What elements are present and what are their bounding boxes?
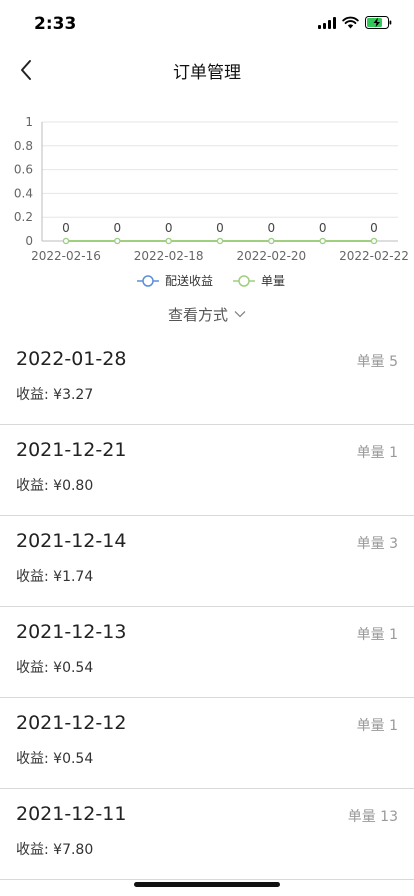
y-tick-label: 0.2 bbox=[14, 210, 33, 224]
data-label: 0 bbox=[216, 221, 224, 235]
order-date: 2021-12-21 bbox=[16, 439, 127, 461]
order-earnings: 收益: ¥3.27 bbox=[16, 387, 94, 403]
order-date: 2021-12-14 bbox=[16, 530, 127, 552]
order-item[interactable]: 2021-12-21 单量 1 收益: ¥0.80 bbox=[0, 425, 414, 516]
nav-bar: 订单管理 bbox=[0, 48, 414, 92]
order-item[interactable]: 2021-12-13 单量 1 收益: ¥0.54 bbox=[0, 607, 414, 698]
data-point bbox=[268, 237, 275, 245]
order-earnings: 收益: ¥0.54 bbox=[16, 751, 94, 767]
legend-marker bbox=[142, 275, 154, 287]
data-label: 0 bbox=[165, 221, 173, 235]
data-label: 0 bbox=[62, 221, 70, 235]
legend-marker bbox=[238, 275, 250, 287]
order-item[interactable]: 2022-01-28 单量 5 收益: ¥3.27 bbox=[0, 334, 414, 425]
order-date: 2021-12-12 bbox=[16, 712, 127, 734]
order-list: 2022-01-28 单量 5 收益: ¥3.27 2021-12-21 单量 … bbox=[0, 334, 414, 880]
data-point bbox=[62, 237, 70, 245]
order-count: 单量 13 bbox=[347, 809, 398, 825]
battery-charging-icon bbox=[365, 16, 392, 29]
status-time: 2:33 bbox=[34, 14, 77, 34]
data-label: 0 bbox=[319, 221, 327, 235]
view-mode-selector[interactable]: 查看方式 bbox=[0, 302, 414, 326]
legend-label: 单量 bbox=[261, 274, 285, 288]
order-date: 2022-01-28 bbox=[16, 348, 127, 370]
data-label: 0 bbox=[268, 221, 276, 235]
x-tick-label: 2022-02-22 bbox=[339, 249, 409, 263]
view-mode-label: 查看方式 bbox=[167, 305, 228, 324]
data-label: 0 bbox=[370, 221, 378, 235]
y-tick-label: 0 bbox=[25, 234, 33, 248]
data-point bbox=[216, 237, 224, 245]
order-count: 单量 3 bbox=[356, 536, 398, 552]
chevron-down-icon bbox=[234, 311, 246, 318]
status-icons bbox=[318, 16, 392, 29]
x-tick-label: 2022-02-18 bbox=[134, 249, 204, 263]
line-chart: 0 0.2 0.4 0.6 0.8 1 2022-02-16 2022-02-18 2022-0… bbox=[14, 115, 409, 288]
order-count: 单量 1 bbox=[356, 445, 398, 461]
chart-area: 0 0.2 0.4 0.6 0.8 1 2022-02-16 2022-02-18 2022-0… bbox=[0, 108, 414, 298]
y-tick-label: 0.4 bbox=[14, 186, 33, 200]
x-tick-label: 2022-02-20 bbox=[236, 249, 306, 263]
order-count: 单量 1 bbox=[356, 718, 398, 734]
order-earnings: 收益: ¥0.80 bbox=[16, 478, 94, 494]
order-earnings: 收益: ¥1.74 bbox=[16, 569, 94, 585]
status-bar: 2:33 bbox=[0, 0, 414, 48]
page-title: 订单管理 bbox=[173, 63, 241, 83]
order-count: 单量 5 bbox=[356, 354, 398, 370]
order-count: 单量 1 bbox=[356, 627, 398, 643]
data-point bbox=[319, 237, 326, 245]
data-point bbox=[114, 237, 121, 245]
order-date: 2021-12-11 bbox=[16, 803, 127, 825]
y-tick-label: 0.8 bbox=[14, 139, 33, 153]
order-date: 2021-12-13 bbox=[16, 621, 127, 643]
data-label: 0 bbox=[114, 221, 122, 235]
x-tick-label: 2022-02-16 bbox=[31, 249, 101, 263]
data-point bbox=[370, 237, 378, 245]
y-tick-label: 1 bbox=[25, 115, 33, 129]
order-earnings: 收益: ¥0.54 bbox=[16, 660, 94, 676]
order-earnings: 收益: ¥7.80 bbox=[16, 842, 94, 858]
order-item[interactable]: 2021-12-12 单量 1 收益: ¥0.54 bbox=[0, 698, 414, 789]
legend-label: 配送收益 bbox=[165, 273, 213, 288]
home-indicator bbox=[134, 882, 280, 887]
order-item[interactable]: 2021-12-11 单量 13 收益: ¥7.80 bbox=[0, 789, 414, 880]
wifi-icon bbox=[342, 16, 359, 29]
cellular-signal-icon bbox=[318, 16, 336, 29]
data-point bbox=[165, 237, 172, 245]
y-tick-label: 0.6 bbox=[14, 163, 33, 177]
order-item[interactable]: 2021-12-14 单量 3 收益: ¥1.74 bbox=[0, 516, 414, 607]
